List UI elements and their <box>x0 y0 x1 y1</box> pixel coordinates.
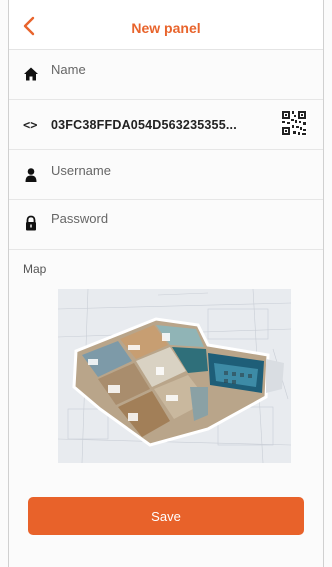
password-row <box>9 200 323 250</box>
home-icon <box>24 67 38 81</box>
page-title: New panel <box>131 20 201 36</box>
user-icon <box>25 168 37 182</box>
username-row <box>9 150 323 200</box>
qr-code-icon <box>281 110 307 136</box>
name-input[interactable] <box>51 62 311 77</box>
save-button[interactable]: Save <box>28 497 304 535</box>
name-row <box>9 50 323 100</box>
panel-id-value[interactable]: 03FC38FFDA054D563235355... <box>51 118 237 132</box>
panel-id-row: <> 03FC38FFDA054D563235355... <box>9 100 323 150</box>
frame-right-border <box>323 0 324 567</box>
top-bar: New panel <box>9 0 323 50</box>
lock-icon <box>26 215 36 231</box>
floor-plan-illustration <box>58 289 291 463</box>
qr-scan-button[interactable] <box>281 110 307 136</box>
username-input[interactable] <box>51 163 311 178</box>
map-image[interactable] <box>58 289 291 463</box>
map-label: Map <box>23 262 47 276</box>
password-input[interactable] <box>51 211 311 226</box>
code-brackets-icon: <> <box>23 118 38 132</box>
